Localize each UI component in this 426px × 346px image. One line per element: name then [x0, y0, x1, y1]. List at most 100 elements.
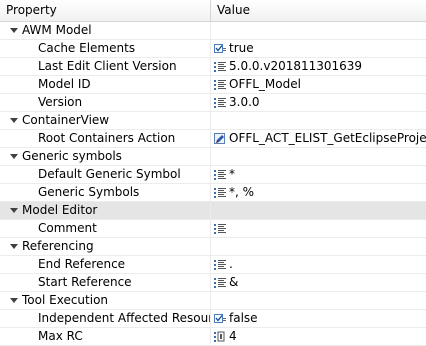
property-label: Default Generic Symbol: [38, 167, 181, 181]
property-label: Version: [38, 95, 83, 109]
property-cell[interactable]: Max RC: [0, 328, 210, 345]
expand-toggle-icon[interactable]: [10, 28, 18, 33]
property-cell[interactable]: Comment: [0, 220, 210, 237]
category-label: Generic symbols: [22, 149, 122, 163]
number-icon: [214, 331, 226, 342]
property-row[interactable]: Independent Affected Resource Cl false: [0, 310, 426, 328]
value-cell[interactable]: .: [211, 256, 426, 273]
property-cell[interactable]: Cache Elements: [0, 40, 210, 57]
property-cell[interactable]: Start Reference: [0, 274, 210, 291]
category-row[interactable]: Referencing: [0, 238, 426, 256]
property-row[interactable]: Root Containers Action OFFL_ACT_ELIST_Get…: [0, 130, 426, 148]
property-value: .: [229, 257, 233, 271]
property-row[interactable]: Default Generic Symbol *: [0, 166, 426, 184]
property-cell[interactable]: Default Generic Symbol: [0, 166, 210, 183]
property-label: Max RC: [38, 329, 83, 343]
property-row[interactable]: Last Edit Client Version 5.0.0.v201811301…: [0, 58, 426, 76]
expand-toggle-icon[interactable]: [10, 208, 18, 213]
value-cell[interactable]: 5.0.0.v201811301639: [211, 58, 426, 75]
value-cell[interactable]: 4: [211, 328, 426, 345]
expand-toggle-icon[interactable]: [10, 244, 18, 249]
text-icon: [214, 169, 226, 180]
value-cell[interactable]: *: [211, 166, 426, 183]
expand-toggle-icon[interactable]: [10, 298, 18, 303]
property-cell[interactable]: Root Containers Action: [0, 130, 210, 147]
property-row[interactable]: Cache Elements true: [0, 40, 426, 58]
property-cell[interactable]: Tool Execution: [0, 292, 210, 309]
properties-table: Property Value AWM Model Cache Elements tr…: [0, 0, 426, 346]
text-icon: [214, 277, 226, 288]
property-value: true: [229, 41, 254, 55]
column-header-value[interactable]: Value: [217, 3, 250, 17]
property-label: Start Reference: [38, 275, 132, 289]
value-cell: [211, 22, 426, 39]
property-value: 3.0.0: [229, 95, 260, 109]
property-value: &: [229, 275, 239, 289]
property-cell[interactable]: Generic Symbols: [0, 184, 210, 201]
category-label: Tool Execution: [22, 293, 109, 307]
text-icon: [214, 61, 226, 72]
text-icon: [214, 187, 226, 198]
property-value: 5.0.0.v201811301639: [229, 59, 363, 73]
property-cell[interactable]: Model Editor: [0, 202, 210, 219]
expand-toggle-icon[interactable]: [10, 118, 18, 123]
property-cell[interactable]: Last Edit Client Version: [0, 58, 210, 75]
value-cell[interactable]: OFFL_ACT_ELIST_GetEclipseProjects: [211, 130, 426, 147]
category-row[interactable]: AWM Model: [0, 22, 426, 40]
table-body: AWM Model Cache Elements true Last Edit Cli…: [0, 22, 426, 346]
property-row[interactable]: Comment: [0, 220, 426, 238]
property-value: *, %: [229, 185, 255, 199]
property-cell[interactable]: Referencing: [0, 238, 210, 255]
boolean-icon: [214, 313, 226, 324]
property-cell[interactable]: End Reference: [0, 256, 210, 273]
property-row[interactable]: Start Reference &: [0, 274, 426, 292]
value-cell[interactable]: [211, 220, 426, 237]
category-label: Model Editor: [22, 203, 98, 217]
value-cell: [211, 238, 426, 255]
property-label: Cache Elements: [38, 41, 136, 55]
value-cell[interactable]: &: [211, 274, 426, 291]
expand-toggle-icon[interactable]: [10, 154, 18, 159]
property-cell[interactable]: ContainerView: [0, 112, 210, 129]
value-cell[interactable]: false: [211, 310, 426, 327]
category-label: Referencing: [22, 239, 94, 253]
value-cell[interactable]: OFFL_Model: [211, 76, 426, 93]
property-value: OFFL_Model: [229, 77, 301, 91]
property-label: Model ID: [38, 77, 91, 91]
property-row[interactable]: Max RC 4: [0, 328, 426, 346]
category-row[interactable]: Generic symbols: [0, 148, 426, 166]
category-row[interactable]: Tool Execution: [0, 292, 426, 310]
category-label: AWM Model: [22, 23, 92, 37]
property-label: Generic Symbols: [38, 185, 140, 199]
property-value: false: [229, 311, 258, 325]
column-divider[interactable]: [210, 0, 211, 21]
property-cell[interactable]: Generic symbols: [0, 148, 210, 165]
category-row[interactable]: Model Editor: [0, 202, 426, 220]
property-row[interactable]: Generic Symbols *, %: [0, 184, 426, 202]
property-row[interactable]: Version 3.0.0: [0, 94, 426, 112]
property-row[interactable]: End Reference.: [0, 256, 426, 274]
value-cell[interactable]: *, %: [211, 184, 426, 201]
text-icon: [214, 259, 226, 270]
column-header-property[interactable]: Property: [6, 3, 57, 17]
value-cell: [211, 148, 426, 165]
property-label: End Reference: [38, 257, 126, 271]
property-label: Comment: [38, 221, 97, 235]
property-cell[interactable]: AWM Model: [0, 22, 210, 39]
property-cell[interactable]: Independent Affected Resource Cl: [0, 310, 210, 327]
value-cell: [211, 112, 426, 129]
property-value: OFFL_ACT_ELIST_GetEclipseProjects: [229, 131, 426, 145]
property-cell[interactable]: Version: [0, 94, 210, 111]
edit-icon: [214, 133, 226, 144]
boolean-icon: [214, 43, 226, 54]
value-cell[interactable]: true: [211, 40, 426, 57]
property-value: *: [229, 167, 235, 181]
property-row[interactable]: Model ID OFFL_Model: [0, 76, 426, 94]
value-cell: [211, 292, 426, 309]
property-label: Root Containers Action: [38, 131, 176, 145]
category-row[interactable]: ContainerView: [0, 112, 426, 130]
property-cell[interactable]: Model ID: [0, 76, 210, 93]
value-cell[interactable]: 3.0.0: [211, 94, 426, 111]
category-label: ContainerView: [22, 113, 110, 127]
property-label: Last Edit Client Version: [38, 59, 177, 73]
